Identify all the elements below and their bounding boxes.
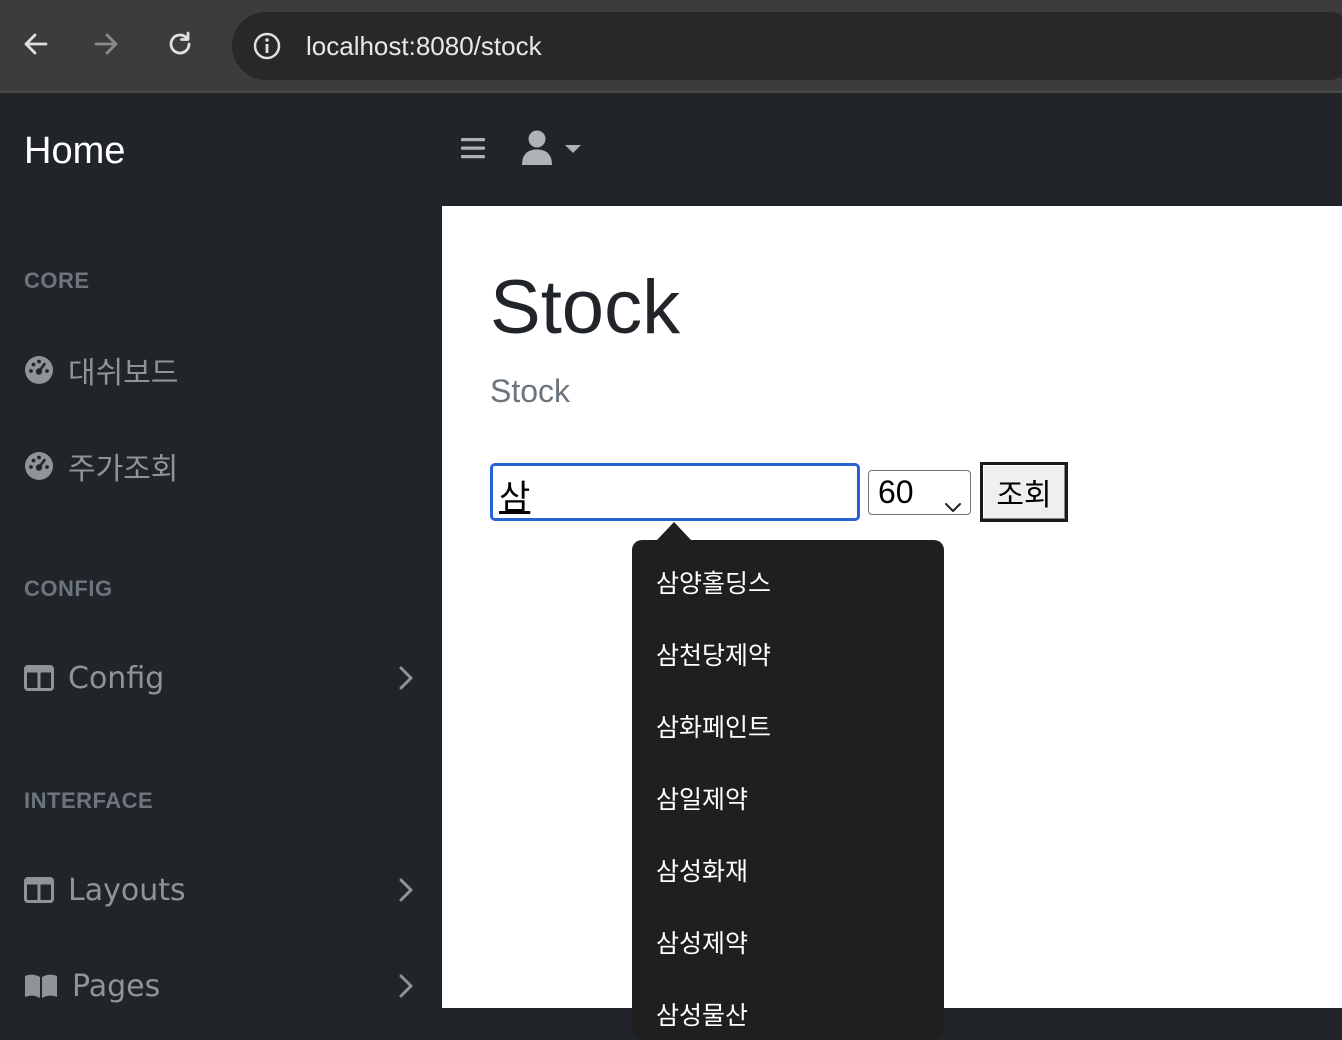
period-select-value: 60 <box>878 474 914 510</box>
top-navbar: Home <box>0 95 1342 206</box>
hamburger-icon <box>459 135 487 165</box>
sidebar-item-config[interactable]: Config <box>24 654 418 702</box>
page-title: Stock <box>490 265 681 350</box>
reload-icon <box>166 30 194 62</box>
chevron-right-icon <box>394 875 418 905</box>
suggestion-item[interactable]: 삼성물산 <box>656 996 748 1036</box>
main-content: Stock Stock 삼 60 조회 삼양홀딩스 삼천당제약 삼화페인트 삼일… <box>442 206 1342 1040</box>
columns-icon <box>24 663 54 693</box>
browser-toolbar: localhost:8080/stock <box>0 0 1342 93</box>
sidebar-heading-config: CONFIG <box>24 576 113 601</box>
forward-arrow-icon <box>92 30 120 62</box>
columns-icon <box>24 875 54 905</box>
chevron-down-icon <box>944 485 962 522</box>
suggestion-item[interactable]: 삼일제약 <box>656 780 748 820</box>
user-icon <box>520 129 554 169</box>
sidebar: CORE 대쉬보드 주가조회 CONFIG Config INTERFACE L… <box>0 206 442 1008</box>
suggestion-item[interactable]: 삼성화재 <box>656 852 748 892</box>
suggestion-item[interactable]: 삼화페인트 <box>656 708 771 748</box>
user-dropdown-button[interactable] <box>520 129 592 169</box>
info-icon[interactable] <box>250 29 284 63</box>
sidebar-heading-core: CORE <box>24 268 90 293</box>
sidebar-item-label: 대쉬보드 <box>68 356 179 391</box>
suggestion-item[interactable]: 삼천당제약 <box>656 636 771 676</box>
navbar-brand[interactable]: Home <box>24 129 125 173</box>
reload-button[interactable] <box>160 26 200 66</box>
sidebar-item-stock-lookup[interactable]: 주가조회 <box>24 442 418 490</box>
chevron-right-icon <box>394 971 418 1001</box>
back-arrow-icon <box>22 30 50 62</box>
sidebar-item-layouts[interactable]: Layouts <box>24 866 418 914</box>
chevron-right-icon <box>394 663 418 693</box>
suggestion-item[interactable]: 삼양홀딩스 <box>656 564 771 604</box>
suggestion-item[interactable]: 삼성제약 <box>656 924 748 964</box>
stock-search-input[interactable]: 삼 <box>490 463 860 521</box>
book-open-icon <box>24 971 58 1001</box>
sidebar-item-label: Pages <box>72 968 161 1004</box>
address-bar[interactable]: localhost:8080/stock <box>232 12 1342 80</box>
caret-down-icon <box>564 140 582 159</box>
sidebar-item-label: 주가조회 <box>68 452 179 487</box>
sidebar-item-label: Layouts <box>68 872 186 908</box>
sidebar-heading-interface: INTERFACE <box>24 788 154 813</box>
sidebar-item-label: Config <box>68 660 165 696</box>
period-select[interactable]: 60 <box>868 470 971 515</box>
tachometer-icon <box>24 355 54 385</box>
back-button[interactable] <box>16 26 56 66</box>
sidebar-item-pages[interactable]: Pages <box>24 962 418 1010</box>
sidebar-toggle-button[interactable] <box>456 133 490 167</box>
tachometer-icon <box>24 451 54 481</box>
forward-button[interactable] <box>86 26 126 66</box>
autocomplete-dropdown: 삼양홀딩스 삼천당제약 삼화페인트 삼일제약 삼성화재 삼성제약 삼성물산 <box>632 540 944 1040</box>
url-text[interactable]: localhost:8080/stock <box>306 31 542 61</box>
suggestion-pointer <box>657 522 691 540</box>
submit-button[interactable]: 조회 <box>980 462 1068 522</box>
breadcrumb: Stock <box>490 373 571 409</box>
sidebar-item-dashboard[interactable]: 대쉬보드 <box>24 346 418 394</box>
